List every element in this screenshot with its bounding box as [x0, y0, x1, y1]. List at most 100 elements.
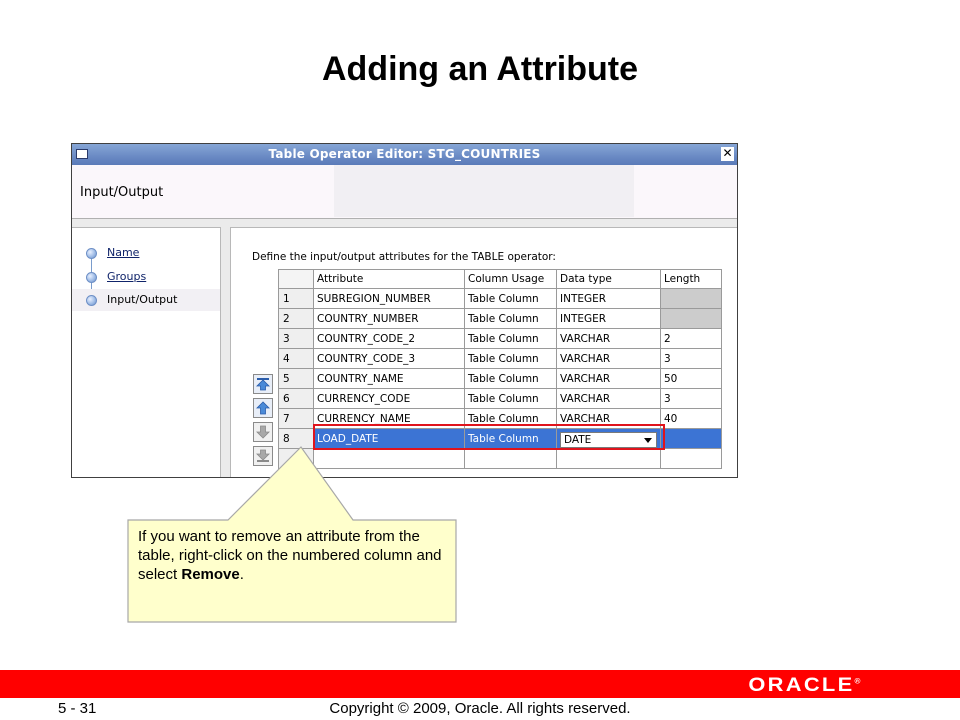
instruction-text: Define the input/output attributes for t… [252, 251, 556, 263]
row-number-cell[interactable]: 8 [278, 428, 314, 449]
oracle-logo: ORACLE® [748, 675, 860, 697]
attribute-cell[interactable]: LOAD_DATE [313, 428, 465, 449]
usage-cell[interactable] [464, 448, 557, 469]
type-cell[interactable]: VARCHAR [556, 388, 661, 409]
length-cell[interactable]: 50 [660, 368, 722, 389]
footer-bar: ORACLE® [0, 670, 960, 698]
table-operator-editor-window: Table Operator Editor: STG_COUNTRIES ✕ I… [71, 143, 738, 478]
column-header-attribute[interactable]: Attribute [313, 269, 465, 289]
row-number-cell[interactable]: 3 [278, 328, 314, 349]
table-row-selected[interactable]: 8 LOAD_DATE Table Column DATE [278, 428, 722, 449]
column-header-data-type[interactable]: Data type [556, 269, 661, 289]
table-row[interactable]: 2 COUNTRY_NUMBER Table Column INTEGER [278, 308, 722, 329]
callout-text-end: . [239, 566, 244, 583]
footer-copyright: Copyright © 2009, Oracle. All rights res… [329, 700, 631, 717]
chevron-down-icon[interactable] [644, 437, 652, 443]
table-row[interactable]: 3 COUNTRY_CODE_2 Table Column VARCHAR 2 [278, 328, 722, 349]
header-title: Input/Output [80, 185, 164, 200]
attribute-cell[interactable]: COUNTRY_NUMBER [313, 308, 465, 329]
column-header-length[interactable]: Length [660, 269, 722, 289]
attributes-table: Attribute Column Usage Data type Length … [278, 269, 722, 469]
move-top-button[interactable] [253, 374, 273, 394]
length-cell[interactable]: 3 [660, 388, 722, 409]
table-row[interactable]: 5 COUNTRY_NAME Table Column VARCHAR 50 [278, 368, 722, 389]
type-cell[interactable]: DATE [556, 428, 661, 449]
row-number-cell[interactable]: 5 [278, 368, 314, 389]
table-row[interactable]: 7 CURRENCY_NAME Table Column VARCHAR 40 [278, 408, 722, 429]
type-cell[interactable] [556, 448, 661, 469]
dropdown-value: DATE [564, 433, 592, 446]
attribute-cell[interactable]: CURRENCY_NAME [313, 408, 465, 429]
usage-cell[interactable]: Table Column [464, 388, 557, 409]
table-row[interactable]: 1 SUBREGION_NUMBER Table Column INTEGER [278, 288, 722, 309]
attribute-cell[interactable] [313, 448, 465, 469]
row-number-cell[interactable]: 4 [278, 348, 314, 369]
footer-page-number: 5 - 31 [58, 700, 97, 717]
editor-header: Input/Output [72, 165, 737, 219]
arrow-up-icon [256, 401, 270, 415]
move-down-button[interactable] [253, 422, 273, 442]
nav-item-label: Input/Output [107, 293, 178, 306]
usage-cell[interactable]: Table Column [464, 408, 557, 429]
arrow-down-icon [256, 425, 270, 439]
attribute-cell[interactable]: COUNTRY_CODE_2 [313, 328, 465, 349]
type-cell[interactable]: INTEGER [556, 288, 661, 309]
callout-bold-word: Remove [181, 566, 240, 583]
usage-cell[interactable]: Table Column [464, 428, 557, 449]
corner-header [278, 269, 314, 289]
length-cell[interactable] [660, 448, 722, 469]
attribute-cell[interactable]: COUNTRY_NAME [313, 368, 465, 389]
nav-item-label[interactable]: Groups [107, 270, 146, 283]
move-up-button[interactable] [253, 398, 273, 418]
type-cell[interactable]: VARCHAR [556, 328, 661, 349]
row-number-cell[interactable] [278, 448, 314, 469]
table-row[interactable]: 6 CURRENCY_CODE Table Column VARCHAR 3 [278, 388, 722, 409]
nav-item-groups[interactable]: Groups [72, 266, 220, 288]
content-panel: Define the input/output attributes for t… [230, 227, 737, 477]
data-type-dropdown[interactable]: DATE [560, 431, 657, 448]
type-cell[interactable]: VARCHAR [556, 408, 661, 429]
nav-item-name[interactable]: Name [72, 242, 220, 264]
attribute-cell[interactable]: COUNTRY_CODE_3 [313, 348, 465, 369]
row-number-cell[interactable]: 2 [278, 308, 314, 329]
registered-mark: ® [854, 678, 860, 686]
length-cell[interactable]: 40 [660, 408, 722, 429]
table-row-empty[interactable] [278, 448, 722, 469]
nav-item-input-output[interactable]: Input/Output [72, 289, 220, 311]
logo-text: ORACLE [747, 675, 855, 696]
row-number-cell[interactable]: 1 [278, 288, 314, 309]
type-cell[interactable]: INTEGER [556, 308, 661, 329]
usage-cell[interactable]: Table Column [464, 308, 557, 329]
editor-body: Name Groups Input/Output Define the inpu… [72, 219, 737, 477]
callout-text: If you want to remove an attribute from … [138, 527, 448, 584]
step-dot-icon [86, 248, 97, 259]
slide-title: Adding an Attribute [321, 50, 639, 88]
step-dot-icon [86, 295, 97, 306]
window-titlebar[interactable]: Table Operator Editor: STG_COUNTRIES ✕ [72, 144, 737, 165]
column-header-column-usage[interactable]: Column Usage [464, 269, 557, 289]
attribute-cell[interactable]: CURRENCY_CODE [313, 388, 465, 409]
length-cell[interactable]: 3 [660, 348, 722, 369]
table-row[interactable]: 4 COUNTRY_CODE_3 Table Column VARCHAR 3 [278, 348, 722, 369]
row-number-cell[interactable]: 7 [278, 408, 314, 429]
window-title: Table Operator Editor: STG_COUNTRIES [268, 147, 541, 161]
nav-item-label[interactable]: Name [107, 246, 139, 259]
usage-cell[interactable]: Table Column [464, 348, 557, 369]
length-cell[interactable]: 2 [660, 328, 722, 349]
length-cell [660, 308, 722, 329]
arrow-up-top-icon [256, 378, 270, 391]
length-cell[interactable] [660, 428, 722, 449]
length-cell [660, 288, 722, 309]
arrow-down-bottom-icon [256, 449, 270, 462]
usage-cell[interactable]: Table Column [464, 328, 557, 349]
attribute-cell[interactable]: SUBREGION_NUMBER [313, 288, 465, 309]
close-icon[interactable]: ✕ [721, 147, 734, 161]
move-bottom-button[interactable] [253, 446, 273, 466]
type-cell[interactable]: VARCHAR [556, 348, 661, 369]
type-cell[interactable]: VARCHAR [556, 368, 661, 389]
row-number-cell[interactable]: 6 [278, 388, 314, 409]
header-block [334, 165, 634, 217]
usage-cell[interactable]: Table Column [464, 368, 557, 389]
usage-cell[interactable]: Table Column [464, 288, 557, 309]
table-header-row: Attribute Column Usage Data type Length [278, 269, 722, 289]
